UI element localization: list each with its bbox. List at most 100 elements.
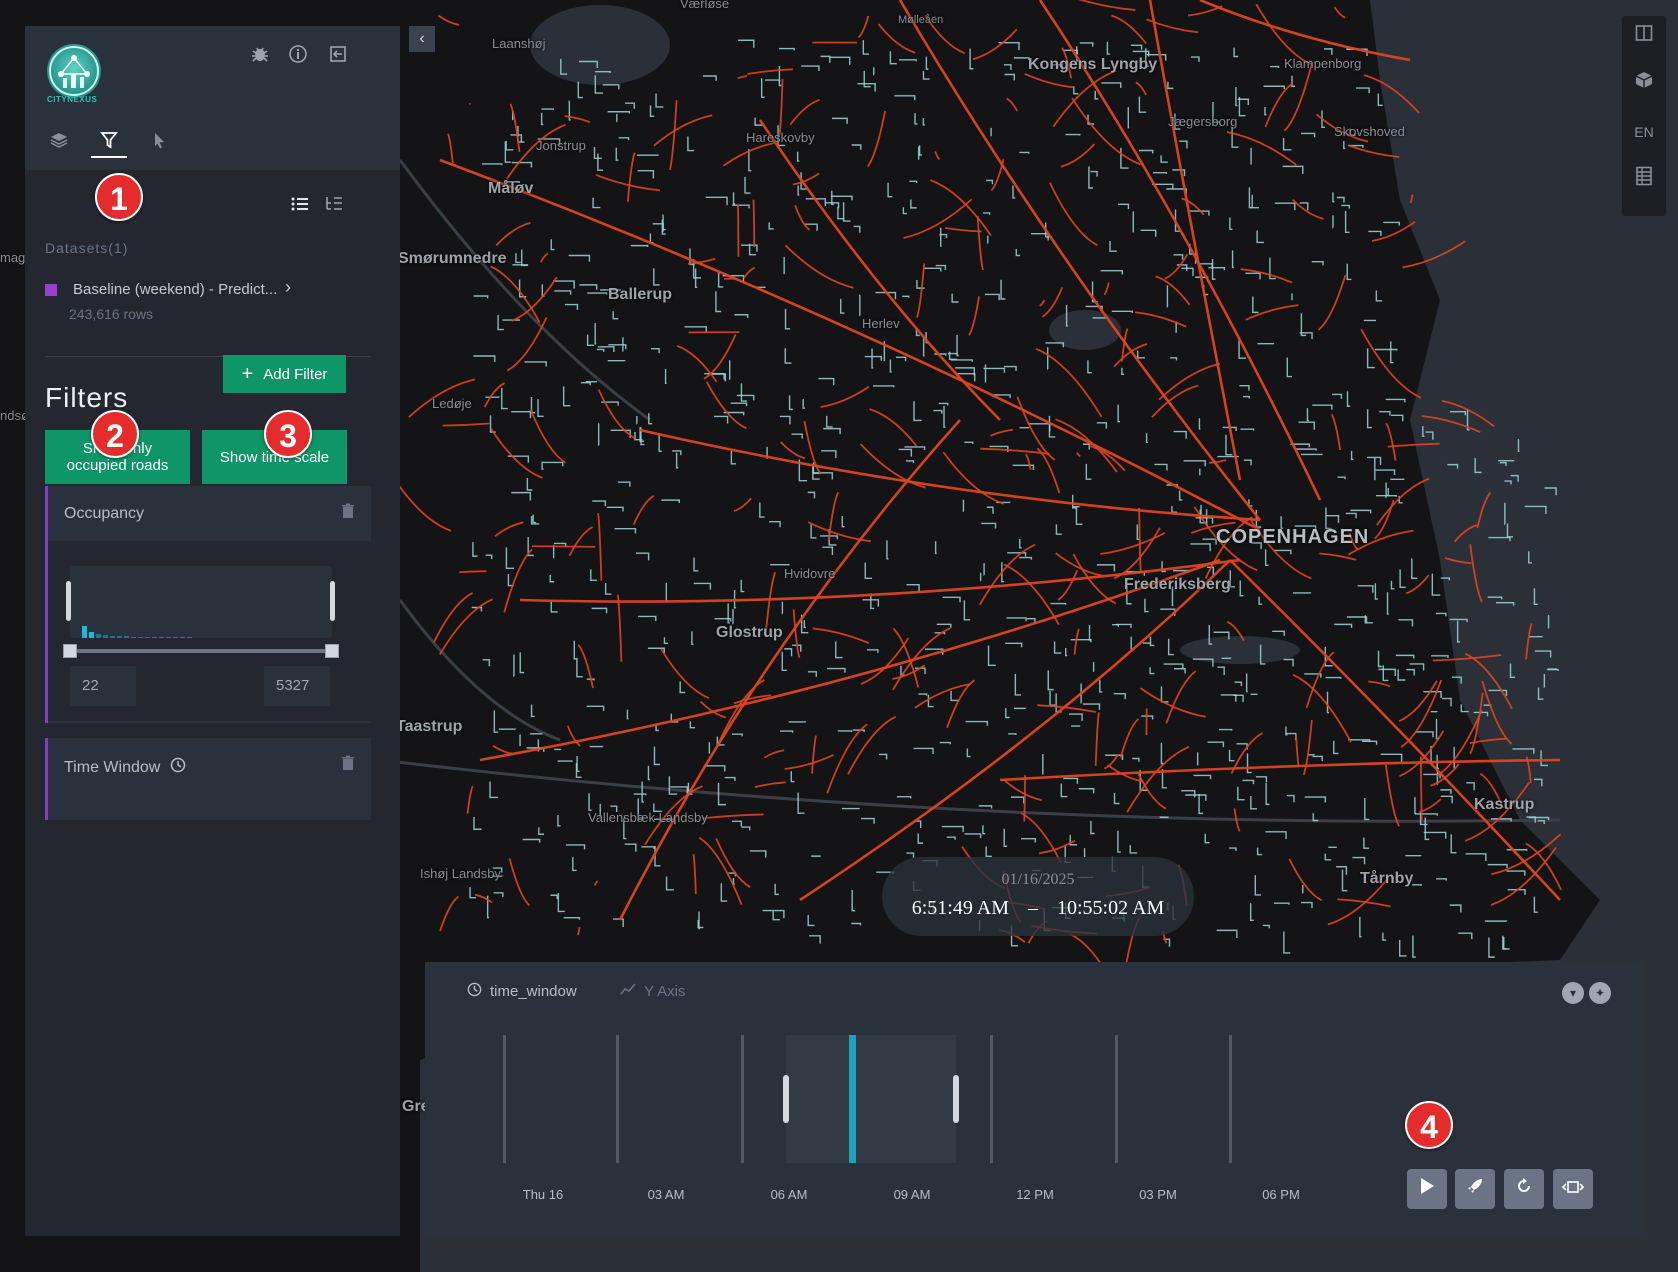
local-road [1399, 939, 1407, 957]
timeline-axis-label: 03 AM [647, 1187, 685, 1202]
dataset-color-swatch[interactable] [45, 284, 57, 296]
chevron-down-icon[interactable]: ▾ [1562, 982, 1584, 1004]
local-road [1096, 564, 1116, 572]
local-road [1282, 138, 1292, 151]
main-road [869, 408, 918, 447]
local-road [693, 582, 712, 590]
histogram-bar [89, 632, 94, 638]
local-road [1049, 691, 1056, 706]
local-road [1228, 749, 1235, 762]
trash-icon[interactable] [341, 755, 355, 776]
local-road [1302, 884, 1304, 894]
local-road [1190, 56, 1200, 62]
list-view-icon[interactable] [287, 194, 313, 220]
occupancy-max-input[interactable]: 5327 [264, 666, 330, 706]
local-road [1132, 757, 1140, 762]
local-road [801, 65, 820, 72]
local-road [822, 546, 834, 555]
local-road [1257, 342, 1275, 345]
local-road [1406, 668, 1415, 676]
local-road [1337, 476, 1346, 480]
export-icon[interactable] [325, 44, 351, 70]
local-road [586, 334, 595, 346]
main-road [1292, 673, 1352, 743]
tab-interactions[interactable] [141, 130, 177, 158]
3d-cube-icon[interactable] [1622, 64, 1666, 104]
local-road [807, 915, 815, 927]
main-road [490, 428, 543, 479]
language-toggle[interactable]: EN [1622, 112, 1666, 152]
main-road [859, 443, 926, 489]
dataset-name[interactable]: Baseline (weekend) - Predict... [73, 281, 277, 298]
local-road [1019, 151, 1030, 154]
timeline-right-handle[interactable] [952, 1075, 959, 1123]
map-label-frederiksberg: Frederiksberg [1124, 576, 1231, 593]
occupancy-min-input[interactable]: 22 [70, 666, 136, 706]
bug-icon[interactable] [247, 44, 273, 70]
main-road [733, 497, 752, 512]
local-road [1003, 828, 1008, 847]
local-road [1449, 904, 1462, 913]
play-button[interactable] [1407, 1169, 1447, 1209]
collapse-panel-button[interactable]: ‹ [409, 26, 435, 52]
y-axis-selector[interactable]: Y Axis [620, 982, 685, 1000]
local-road [902, 207, 908, 215]
info-icon[interactable] [285, 44, 311, 70]
tab-layers[interactable] [41, 130, 77, 158]
local-road [1436, 878, 1447, 881]
histogram-right-handle[interactable] [330, 581, 335, 621]
legend-icon[interactable] [1622, 160, 1666, 200]
local-road [613, 918, 624, 927]
local-road [979, 572, 982, 582]
timeline-playhead[interactable] [849, 1035, 857, 1163]
speed-button[interactable] [1455, 1169, 1495, 1209]
local-road [941, 825, 964, 832]
local-road [917, 833, 924, 844]
timeline-tick [503, 1035, 506, 1163]
occupancy-min-knob[interactable] [63, 644, 77, 658]
timeline-left-handle[interactable] [783, 1075, 790, 1123]
occupancy-max-knob[interactable] [325, 644, 339, 658]
local-road [693, 557, 699, 572]
occupancy-filter-title: Occupancy [64, 505, 145, 522]
tab-filters[interactable] [91, 130, 127, 158]
settings-icon[interactable]: ✦ [1589, 982, 1611, 1004]
chevron-right-icon[interactable]: › [285, 277, 291, 298]
timeline-selection[interactable] [786, 1035, 956, 1163]
occupancy-slider-track[interactable] [70, 649, 332, 653]
local-road [549, 574, 555, 583]
local-road [473, 817, 482, 830]
histogram-bar [180, 637, 185, 638]
local-road [950, 359, 973, 362]
local-road [573, 640, 577, 660]
local-road [1243, 459, 1252, 466]
main-road [1038, 839, 1076, 855]
local-road [1174, 668, 1186, 674]
split-map-icon[interactable] [1622, 16, 1666, 56]
main-road [946, 679, 975, 729]
clock-icon [170, 757, 186, 778]
local-road [759, 502, 765, 518]
local-road [530, 704, 535, 718]
local-road [826, 667, 846, 673]
tree-view-icon[interactable] [321, 194, 347, 220]
reset-button[interactable] [1504, 1169, 1544, 1209]
local-road [1142, 642, 1150, 644]
add-filter-button[interactable]: + Add Filter [223, 355, 346, 393]
main-road [754, 781, 786, 788]
local-road [1265, 831, 1287, 839]
local-road [557, 814, 561, 827]
histogram-left-handle[interactable] [66, 581, 71, 621]
local-road [705, 196, 728, 206]
local-road [1085, 463, 1092, 480]
local-road [784, 348, 792, 364]
trash-icon[interactable] [341, 503, 355, 524]
local-road [1312, 404, 1333, 410]
timeline-field-selector[interactable]: time_window [467, 982, 577, 1001]
timeline-plot[interactable] [503, 1035, 1303, 1163]
local-road [638, 615, 657, 622]
window-mode-button[interactable] [1553, 1169, 1593, 1209]
local-road [982, 212, 991, 215]
local-road [602, 84, 620, 90]
main-road [495, 221, 531, 246]
